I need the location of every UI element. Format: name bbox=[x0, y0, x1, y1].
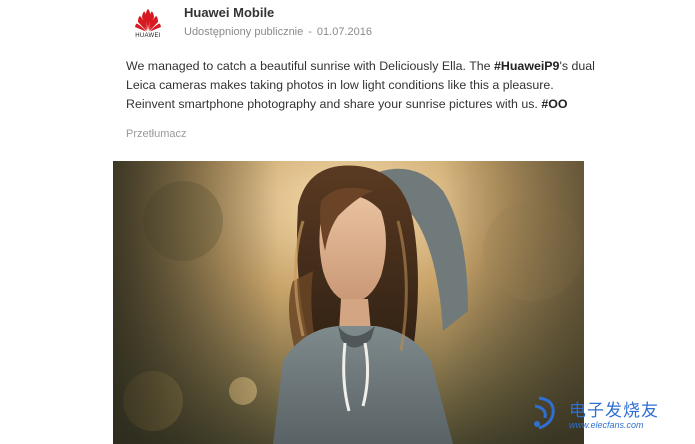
avatar[interactable]: HUAWEI bbox=[126, 4, 170, 48]
huawei-logo-icon bbox=[135, 9, 161, 32]
elecfans-logo-icon bbox=[534, 396, 555, 430]
watermark-url: www.elecfans.com bbox=[569, 420, 644, 430]
woman-in-sunrise-photo bbox=[113, 161, 584, 444]
post-meta: Udostępniony publicznie -01.07.2016 bbox=[184, 26, 372, 38]
avatar-wordmark: HUAWEI bbox=[135, 33, 161, 39]
post-photo[interactable] bbox=[113, 161, 584, 444]
author-name[interactable]: Huawei Mobile bbox=[184, 5, 274, 20]
hashtag-link[interactable]: #HuaweiP9 bbox=[494, 59, 559, 73]
translate-link[interactable]: Przetłumacz bbox=[126, 128, 187, 140]
visibility-label: Udostępniony publicznie bbox=[184, 26, 304, 38]
meta-separator: - bbox=[308, 26, 312, 38]
post-card: HUAWEI Huawei Mobile Udostępniony public… bbox=[0, 0, 695, 444]
post-date[interactable]: 01.07.2016 bbox=[317, 26, 372, 38]
post-text: We managed to catch a beautiful sunrise … bbox=[126, 57, 596, 114]
elecfans-watermark: 电子发烧友 www.elecfans.com bbox=[529, 392, 689, 440]
post-text-part: We managed to catch a beautiful sunrise … bbox=[126, 59, 495, 73]
post-header: HUAWEI Huawei Mobile Udostępniony public… bbox=[126, 4, 586, 48]
hashtag-link[interactable]: #OO bbox=[541, 97, 567, 111]
watermark-title: 电子发烧友 bbox=[569, 401, 659, 421]
